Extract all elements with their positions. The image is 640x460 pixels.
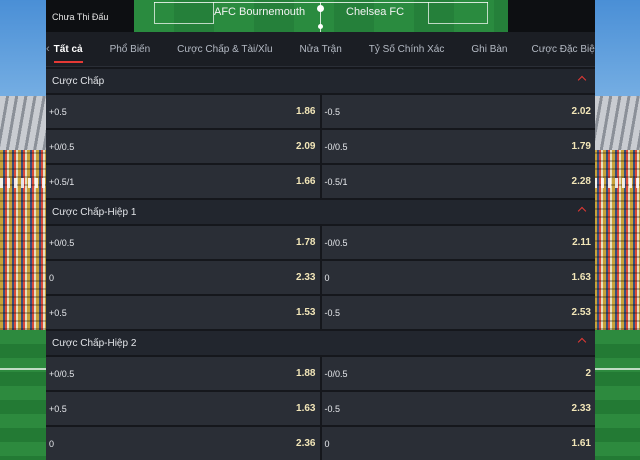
odds-row: +0/0.5 1.88 -0/0.5 2 — [46, 357, 595, 390]
handicap-line: -0.5/1 — [324, 176, 348, 187]
odds-value: 1.86 — [296, 106, 316, 117]
handicap-line: -0.5 — [324, 307, 341, 318]
odds-cell-away[interactable]: -0.5/1 2.28 — [321, 165, 595, 198]
odds-value: 2.11 — [572, 237, 591, 248]
tab-handicap-over-under[interactable]: Cược Chấp & Tài/Xỉu — [177, 32, 272, 67]
section-header-handicap-first-half[interactable]: Cược Chấp-Hiệp 1 — [46, 200, 595, 224]
odds-value: 1.63 — [571, 272, 591, 283]
odds-cell-away[interactable]: 0 1.63 — [321, 261, 595, 294]
odds-cell-home[interactable]: +0.5/1 1.66 — [46, 165, 320, 198]
odds-cell-away[interactable]: -0/0.5 2.11 — [321, 226, 595, 259]
odds-row: +0.5 1.53 -0.5 2.53 — [46, 296, 595, 329]
odds-cell-home[interactable]: 0 2.33 — [46, 261, 320, 294]
handicap-line: 0 — [324, 438, 330, 449]
chevron-left-icon[interactable]: ‹ — [46, 43, 50, 55]
handicap-line: +0/0.5 — [49, 141, 75, 152]
odds-cell-home[interactable]: +0.5 1.63 — [46, 392, 320, 425]
odds-cell-home[interactable]: +0.5 1.86 — [46, 95, 320, 128]
chevron-up-icon[interactable] — [577, 337, 587, 347]
odds-value: 1.79 — [571, 141, 591, 152]
odds-value: 1.63 — [296, 403, 316, 414]
odds-value: 2.28 — [571, 176, 591, 187]
section-title: Cược Chấp-Hiệp 1 — [52, 206, 137, 218]
odds-row: +0/0.5 1.78 -0/0.5 2.11 — [46, 226, 595, 259]
tab-popular[interactable]: Phổ Biến — [110, 32, 151, 67]
odds-cell-away[interactable]: -0/0.5 2 — [321, 357, 595, 390]
handicap-line: -0.5 — [324, 403, 341, 414]
handicap-line: -0.5 — [324, 106, 341, 117]
tab-all[interactable]: Tất cả — [53, 32, 83, 67]
handicap-line: 0 — [49, 438, 55, 449]
handicap-line: +0.5/1 — [49, 176, 75, 187]
handicap-line: 0 — [49, 272, 55, 283]
odds-value: 2.53 — [571, 307, 591, 318]
odds-value: 2 — [585, 368, 591, 379]
handicap-line: +0/0.5 — [49, 368, 75, 379]
match-status: Chưa Thi Đấu — [52, 12, 109, 22]
handicap-line: +0.5 — [49, 403, 67, 414]
betting-panel: Chưa Thi Đấu AFC Bournemouth Chelsea FC … — [46, 0, 595, 460]
tab-correct-score[interactable]: Tỷ Số Chính Xác — [369, 32, 445, 67]
odds-cell-away[interactable]: -0/0.5 1.79 — [321, 130, 595, 163]
odds-cell-home[interactable]: +0.5 1.53 — [46, 296, 320, 329]
chevron-up-icon[interactable] — [577, 206, 587, 216]
odds-cell-away[interactable]: -0.5 2.33 — [321, 392, 595, 425]
home-team-name: AFC Bournemouth — [214, 6, 306, 18]
away-team-name: Chelsea FC — [346, 6, 405, 18]
tab-half-time[interactable]: Nửa Trận — [300, 32, 342, 67]
handicap-line: +0.5 — [49, 106, 67, 117]
tab-goal-scorer[interactable]: Ghi Bàn — [471, 32, 507, 67]
match-header: Chưa Thi Đấu AFC Bournemouth Chelsea FC — [46, 0, 595, 32]
odds-value: 1.53 — [296, 307, 316, 318]
odds-cell-home[interactable]: 0 2.36 — [46, 427, 320, 460]
stadium-background-right — [594, 0, 640, 460]
handicap-line: +0.5 — [49, 307, 67, 318]
chevron-up-icon[interactable] — [577, 75, 587, 85]
odds-value: 1.78 — [296, 237, 316, 248]
odds-cell-home[interactable]: +0/0.5 2.09 — [46, 130, 320, 163]
tab-specials[interactable]: Cược Đặc Biệt — [532, 32, 596, 67]
odds-value: 1.88 — [296, 368, 316, 379]
odds-value: 2.33 — [571, 403, 591, 414]
section-header-handicap-second-half[interactable]: Cược Chấp-Hiệp 2 — [46, 331, 595, 355]
odds-value: 2.33 — [296, 272, 316, 283]
odds-cell-home[interactable]: +0/0.5 1.78 — [46, 226, 320, 259]
odds-cell-home[interactable]: +0/0.5 1.88 — [46, 357, 320, 390]
odds-cell-away[interactable]: -0.5 2.02 — [321, 95, 595, 128]
odds-value: 2.02 — [571, 106, 591, 117]
handicap-line: -0/0.5 — [324, 141, 348, 152]
odds-value: 1.61 — [571, 438, 591, 449]
section-title: Cược Chấp-Hiệp 2 — [52, 337, 137, 349]
section-title: Cược Chấp — [52, 75, 105, 87]
stadium-background-left — [0, 0, 46, 460]
odds-value: 1.66 — [296, 176, 316, 187]
odds-value: 2.36 — [296, 438, 316, 449]
odds-row: 0 2.33 0 1.63 — [46, 261, 595, 294]
odds-row: +0.5 1.86 -0.5 2.02 — [46, 95, 595, 128]
section-header-handicap[interactable]: Cược Chấp — [46, 69, 595, 93]
handicap-line: -0/0.5 — [324, 237, 348, 248]
market-tabs: ‹ Tất cả Phổ Biến Cược Chấp & Tài/Xỉu Nử… — [46, 32, 595, 67]
handicap-line: +0/0.5 — [49, 237, 75, 248]
odds-row: +0.5 1.63 -0.5 2.33 — [46, 392, 595, 425]
odds-row: 0 2.36 0 1.61 — [46, 427, 595, 460]
odds-cell-away[interactable]: -0.5 2.53 — [321, 296, 595, 329]
handicap-line: 0 — [324, 272, 330, 283]
odds-row: +0.5/1 1.66 -0.5/1 2.28 — [46, 165, 595, 198]
pitch-graphic — [134, 0, 508, 32]
odds-row: +0/0.5 2.09 -0/0.5 1.79 — [46, 130, 595, 163]
odds-cell-away[interactable]: 0 1.61 — [321, 427, 595, 460]
odds-value: 2.09 — [296, 141, 316, 152]
handicap-line: -0/0.5 — [324, 368, 348, 379]
